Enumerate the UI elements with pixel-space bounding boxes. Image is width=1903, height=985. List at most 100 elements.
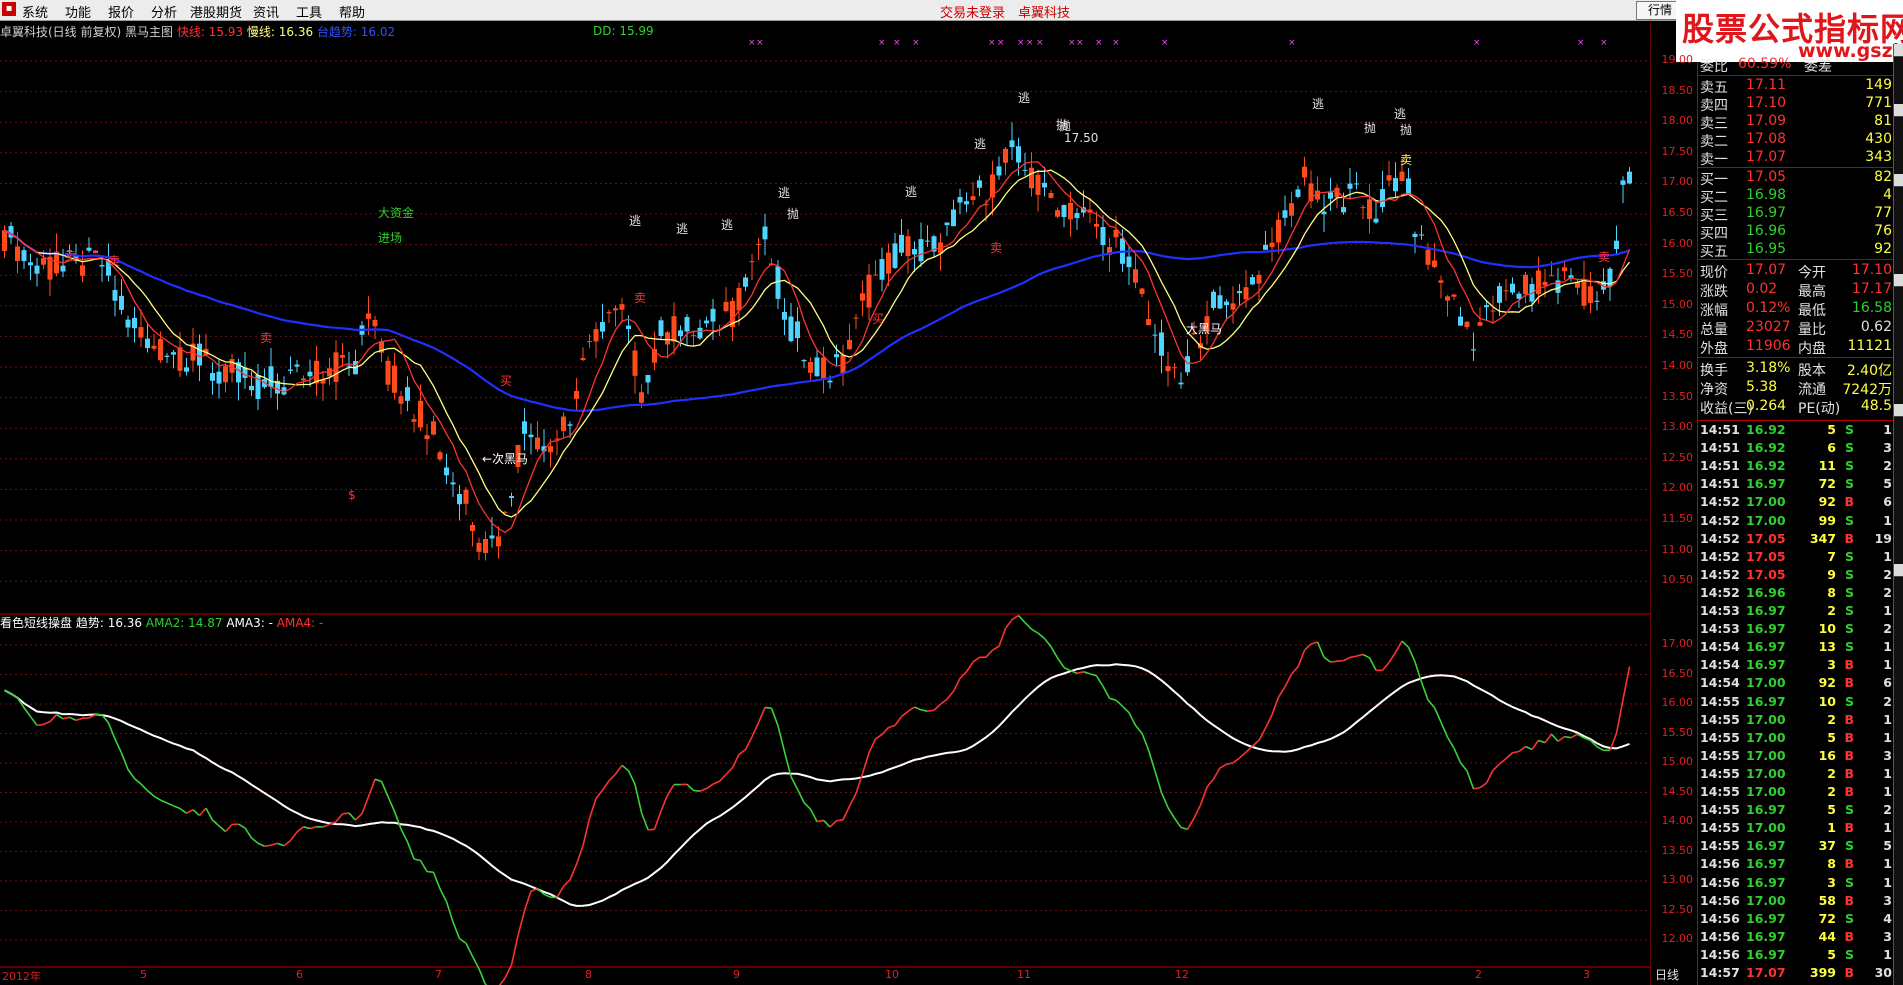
x-label: 9	[733, 968, 740, 981]
candlestick	[1536, 270, 1541, 294]
sell-level-row[interactable]: 卖三 17.09 81	[1698, 113, 1894, 132]
sub-y-tick-label: 13.00	[1661, 873, 1694, 886]
ama-line-segment	[1407, 646, 1416, 663]
y-tick-label: 16.50	[1661, 206, 1694, 219]
candlestick	[1510, 283, 1515, 293]
ama-line-segment	[796, 788, 805, 803]
tick-count: 1	[1883, 711, 1892, 727]
ama-line-segment	[224, 823, 233, 833]
tick-side: B	[1844, 657, 1854, 673]
x-label: 6	[296, 968, 303, 981]
tick-volume: 44	[1818, 928, 1836, 944]
ama-line-segment	[1394, 640, 1403, 653]
tick-side: S	[1844, 548, 1854, 564]
ama-line-segment	[146, 790, 155, 797]
candlestick	[1256, 274, 1262, 284]
side-tab[interactable]	[1894, 174, 1903, 187]
side-tab[interactable]	[1894, 564, 1903, 577]
tick-time: 14:55	[1700, 820, 1740, 836]
watermark-logo: 股票公式指标网 www.gszb.com	[1676, 0, 1903, 62]
candlestick	[587, 341, 592, 343]
candlestick	[795, 321, 800, 339]
x-label: 5	[140, 968, 147, 981]
stat-label: 最高	[1798, 284, 1826, 300]
tick-row: 14:55 17.00 2 B 1	[1698, 784, 1894, 802]
candlestick	[808, 361, 813, 373]
chart-annotation: 逃	[721, 218, 733, 232]
buy-level-row[interactable]: 买二 16.98 4	[1698, 187, 1894, 206]
buy-level-row[interactable]: 买五 16.95 92	[1698, 241, 1894, 260]
level-price: 16.97	[1746, 205, 1787, 221]
chart-annotation: 大黑马	[1186, 322, 1222, 336]
menu-function[interactable]: 功能	[65, 2, 91, 21]
tick-price: 16.97	[1746, 693, 1786, 709]
candlestick	[1354, 183, 1359, 185]
side-tab-strip[interactable]	[1893, 44, 1903, 985]
candlestick	[1432, 260, 1437, 268]
side-tab[interactable]	[1894, 404, 1903, 417]
trade-login-status[interactable]: 交易未登录	[940, 2, 1005, 21]
tick-volume: 5	[1827, 422, 1836, 437]
candlestick	[1542, 281, 1548, 286]
candlestick	[1594, 300, 1600, 302]
top-marker: ×	[878, 38, 886, 48]
kline-chart[interactable]: 大资金进场逃逃 逃逃抛逃逃抛逃逃抛 抛逃抛17.50买卖 卖卖卖卖卖卖买大黑马←次黑马…	[0, 20, 1651, 985]
x-label: 2	[1475, 968, 1482, 981]
stat-label: PE(动)	[1798, 401, 1841, 417]
tick-volume: 399	[1809, 965, 1836, 980]
sell-level-row[interactable]: 卖一 17.07 343	[1698, 149, 1894, 168]
buy-level-row[interactable]: 买四 16.96 76	[1698, 223, 1894, 242]
ama-line-segment	[790, 776, 799, 790]
top-marker: ×	[1112, 38, 1120, 48]
sell-level-row[interactable]: 卖二 17.08 430	[1698, 131, 1894, 150]
candlestick	[392, 365, 397, 393]
menu-news[interactable]: 资讯	[253, 2, 279, 21]
tick-volume: 6	[1827, 440, 1836, 456]
candlestick	[1328, 192, 1333, 199]
y-tick-label: 15.50	[1661, 267, 1694, 281]
menu-tools[interactable]: 工具	[296, 2, 322, 21]
sell-level-row[interactable]: 卖四 17.10 771	[1698, 95, 1894, 114]
buy-level-row[interactable]: 买三 16.97 77	[1698, 205, 1894, 224]
buy-level-row[interactable]: 买一 17.05 82	[1698, 169, 1894, 188]
chart-annotation: 卖	[260, 331, 272, 345]
menu-quote[interactable]: 报价	[108, 2, 134, 21]
side-tab[interactable]	[1894, 44, 1903, 57]
y-tick-label: 10.50	[1661, 573, 1694, 587]
tick-count: 2	[1883, 693, 1892, 709]
app-icon[interactable]: ▪	[2, 2, 16, 16]
candlestick	[366, 313, 371, 319]
candlestick	[964, 201, 969, 205]
side-tab[interactable]	[1894, 104, 1903, 117]
stat-value: 0.12%	[1746, 300, 1791, 316]
ama-line-segment	[270, 842, 278, 846]
tick-side: S	[1844, 476, 1854, 492]
stat-value: 5.38	[1746, 379, 1778, 395]
menu-system[interactable]: 系统	[22, 2, 48, 21]
ama-line-segment	[296, 826, 304, 833]
tick-side: S	[1844, 693, 1854, 709]
tick-time: 14:51	[1700, 476, 1740, 492]
stat-row: 现价 17.07 今开 17.10	[1698, 262, 1894, 281]
ama-line-segment	[1596, 746, 1604, 751]
menu-hk-futures[interactable]: 港股期货	[190, 2, 242, 21]
period-label[interactable]: 日线	[1655, 966, 1679, 983]
top-marker: ×	[997, 38, 1005, 48]
side-tab[interactable]	[1894, 274, 1903, 287]
stat-value: 0.02	[1746, 281, 1778, 297]
tick-time: 14:55	[1700, 711, 1740, 727]
menu-help[interactable]: 帮助	[339, 2, 365, 21]
candlestick	[249, 385, 254, 391]
sell-level-row[interactable]: 卖五 17.11 149	[1698, 77, 1894, 96]
ama-line-segment	[757, 707, 766, 723]
candlestick	[1477, 322, 1483, 326]
tick-time: 14:55	[1700, 765, 1740, 781]
tick-volume: 72	[1818, 910, 1836, 926]
ama-line-segment	[452, 921, 461, 939]
menu-analysis[interactable]: 分析	[151, 2, 177, 21]
candlestick	[886, 252, 891, 274]
tick-row: 14:54 17.00 92 B 6	[1698, 675, 1894, 693]
ama-line-segment	[4, 689, 12, 695]
ama-line-segment	[523, 890, 532, 911]
ama-line-segment	[140, 783, 149, 792]
